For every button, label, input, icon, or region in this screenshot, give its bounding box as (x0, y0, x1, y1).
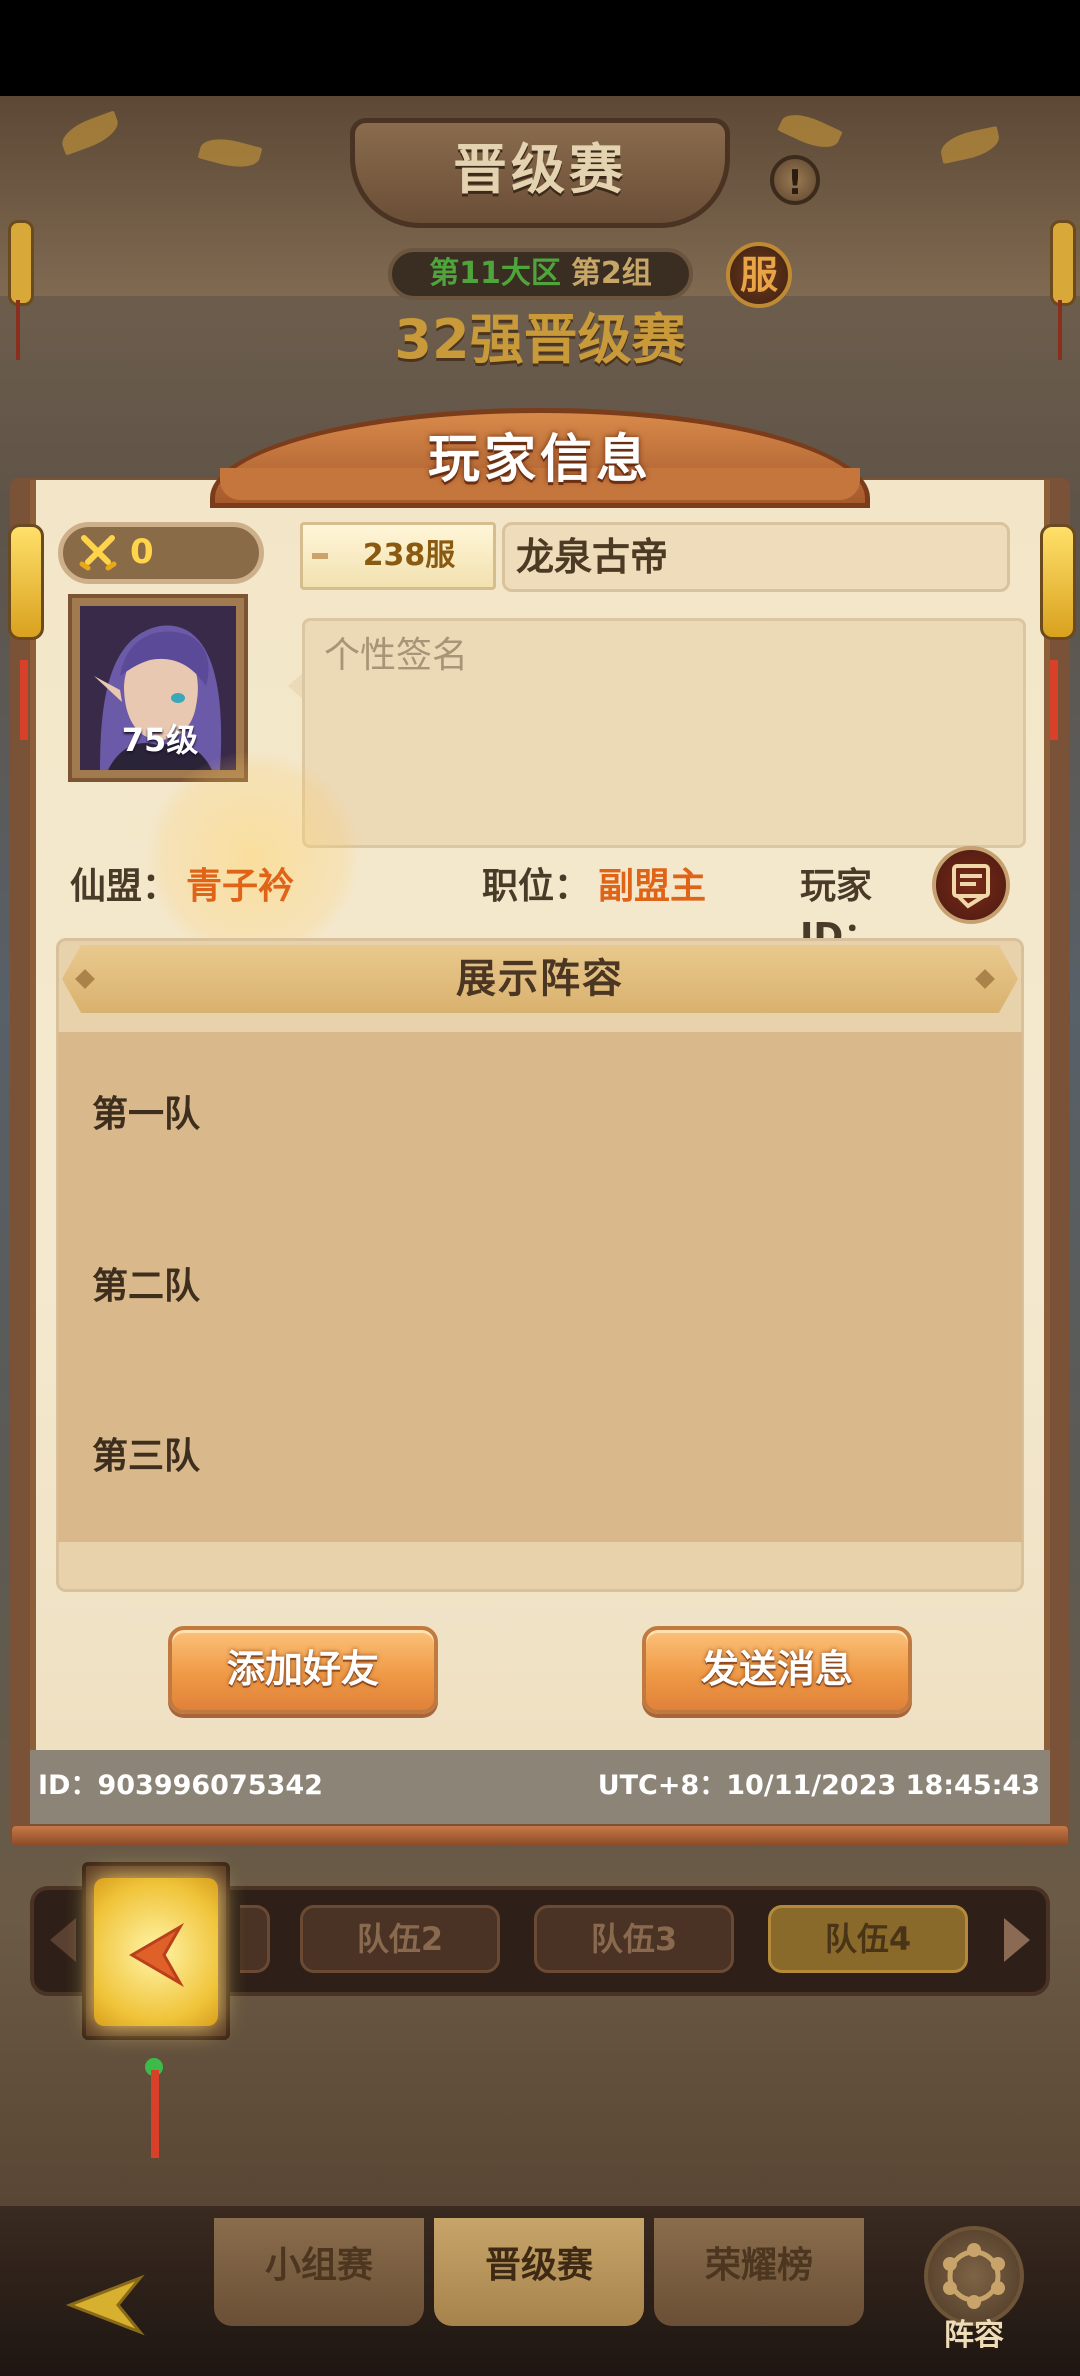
nav-back-arrow-icon[interactable] (60, 2270, 150, 2340)
team-label-1: 第一队 (92, 1094, 201, 1135)
dialog-bottom-rail (12, 1826, 1068, 1846)
team-prev-arrow-icon[interactable] (50, 1918, 76, 1962)
signature-placeholder: 个性签名 (324, 635, 469, 676)
lantern-tassel (1058, 300, 1062, 360)
player-id-label: 玩家ID： (800, 866, 880, 957)
team-label-2: 第二队 (92, 1266, 201, 1307)
add-friend-button[interactable]: 添加好友 (168, 1626, 438, 1714)
back-arrow-icon (129, 1922, 185, 1988)
team-label-3: 第三队 (92, 1436, 201, 1477)
server-tag-pin (312, 553, 328, 559)
team-tab-3[interactable]: 队伍3 (534, 1905, 734, 1973)
player-name: 龙泉古帝 (516, 535, 669, 579)
team-tab-2[interactable]: 队伍2 (300, 1905, 500, 1973)
position-label: 职位： (482, 866, 591, 907)
lantern-tassel (16, 300, 20, 360)
send-message-button[interactable]: 发送消息 (642, 1626, 912, 1714)
stage-title: 晋级赛 (453, 138, 627, 201)
region-group: 第2组 (570, 256, 652, 291)
position-value: 副盟主 (598, 866, 707, 907)
power-value: 0 (130, 532, 154, 572)
crossed-swords-icon (79, 535, 117, 571)
side-lantern (8, 524, 44, 640)
nav-tab-promotion[interactable]: 晋级赛 (434, 2218, 644, 2326)
hanging-lantern (8, 220, 34, 306)
sparkle-glow (148, 752, 358, 962)
info-button[interactable]: ! (770, 155, 820, 205)
lantern-tassel (151, 2070, 159, 2158)
lantern-tassel (1050, 660, 1058, 740)
lantern-tassel (20, 660, 28, 740)
formation-icon (943, 2243, 1005, 2309)
side-lantern (1040, 524, 1076, 640)
team-tab-1-partial[interactable] (240, 1905, 270, 1973)
alliance-value: 青子衿 (186, 866, 295, 907)
copy-id-button[interactable] (932, 846, 1010, 924)
hanging-lantern (1050, 220, 1076, 306)
server-label: 238服 (362, 538, 456, 573)
alliance-label: 仙盟： (70, 866, 179, 907)
lineup-title: 展示阵容 (456, 956, 624, 1002)
team-next-arrow-icon[interactable] (1004, 1918, 1030, 1962)
server-badge-button[interactable]: 服 (726, 242, 792, 308)
dialog-title: 玩家信息 (427, 430, 652, 490)
formation-label: 阵容 (944, 2318, 1004, 2353)
scroll-copy-icon (952, 864, 990, 909)
stage-subtitle: 32强晋级赛 (394, 308, 686, 371)
team-tab-4[interactable]: 队伍4 (768, 1905, 968, 1973)
footer-player-id: ID：903996075342 (38, 1770, 323, 1801)
nav-tab-honor-board[interactable]: 荣耀榜 (654, 2218, 864, 2326)
region-zone: 第11大区 (429, 256, 561, 291)
nav-tab-group-stage[interactable]: 小组赛 (214, 2218, 424, 2326)
region-pill: 第11大区 第2组 (388, 248, 693, 300)
avatar-level: 75级 (121, 721, 199, 759)
footer-timestamp: UTC+8：10/11/2023 18:45:43 (597, 1770, 1040, 1801)
